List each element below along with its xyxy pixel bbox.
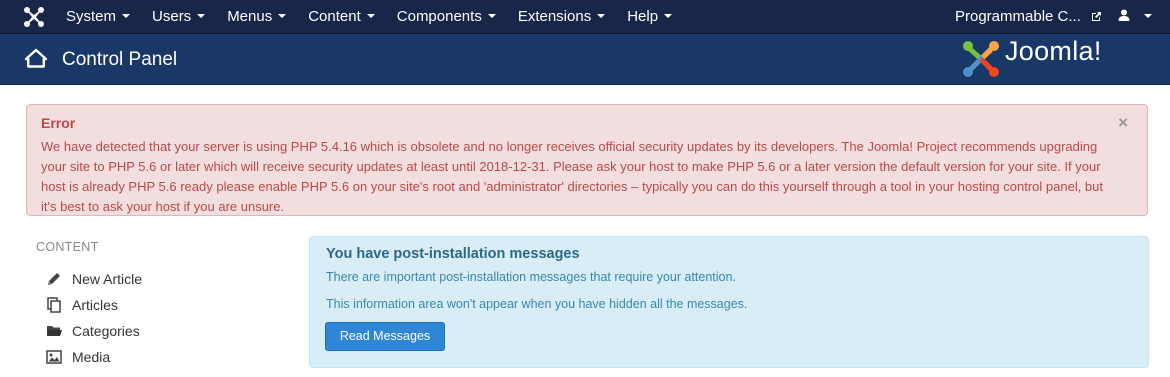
sidebar-item-categories[interactable]: Categories: [44, 318, 264, 344]
menu-label: Users: [152, 8, 192, 25]
user-menu[interactable]: [1118, 0, 1153, 34]
sidebar-list: New Article Articles Categories Media: [44, 266, 264, 370]
alert-message: We have detected that your server is usi…: [41, 139, 1104, 214]
sidebar-item-articles[interactable]: Articles: [44, 292, 264, 318]
menu-label: Menus: [227, 8, 273, 25]
caret-down-icon: [487, 14, 496, 19]
close-icon[interactable]: ×: [1118, 113, 1128, 133]
caret-down-icon: [597, 14, 606, 19]
joomla-logo-text: Joomla!: [1005, 36, 1102, 66]
menu-components[interactable]: Components: [386, 0, 507, 34]
menu-label: System: [66, 8, 117, 25]
sidebar-item-label: Articles: [72, 297, 118, 313]
postinstall-hint: This information area won't appear when …: [326, 297, 748, 311]
home-icon: [25, 48, 47, 68]
read-messages-button[interactable]: Read Messages: [325, 322, 445, 351]
image-icon: [44, 349, 64, 365]
top-navbar: System Users Menus Content Components Ex…: [0, 0, 1170, 34]
caret-down-icon: [197, 14, 206, 19]
external-link-icon: [1092, 11, 1102, 21]
postinstall-title: You have post-installation messages: [326, 246, 580, 262]
menu-label: Help: [627, 8, 659, 25]
joomla-icon[interactable]: [22, 5, 46, 29]
caret-down-icon: [278, 14, 287, 19]
sidebar-heading: CONTENT: [36, 240, 99, 254]
menu-label: Components: [396, 8, 482, 25]
alert-heading: Error: [41, 115, 76, 131]
menu-users[interactable]: Users: [141, 0, 216, 34]
caret-down-icon: [366, 14, 375, 19]
caret-down-icon: [664, 14, 673, 19]
sidebar-item-media[interactable]: Media: [44, 344, 264, 370]
menu-content[interactable]: Content: [297, 0, 386, 34]
postinstall-text: There are important post-installation me…: [326, 270, 736, 284]
postinstall-info-box: You have post-installation messages Ther…: [309, 236, 1149, 368]
pencil-icon: [44, 271, 64, 287]
site-preview-link[interactable]: Programmable C...: [955, 0, 1102, 34]
copy-icon: [44, 297, 64, 313]
main-menu: System Users Menus Content Components Ex…: [55, 0, 683, 34]
site-name: Programmable C...: [955, 8, 1081, 25]
menu-system[interactable]: System: [55, 0, 141, 34]
joomla-logo[interactable]: [961, 39, 1001, 79]
menu-help[interactable]: Help: [616, 0, 683, 34]
sidebar-item-label: Media: [72, 349, 111, 365]
menu-label: Extensions: [517, 8, 592, 25]
caret-down-icon: [122, 14, 131, 19]
menu-menus[interactable]: Menus: [216, 0, 297, 34]
sidebar-item-label: New Article: [72, 271, 143, 287]
menu-label: Content: [308, 8, 361, 25]
error-alert: Error × We have detected that your serve…: [26, 104, 1148, 216]
menu-extensions[interactable]: Extensions: [507, 0, 616, 34]
user-icon: [1118, 9, 1130, 21]
caret-down-icon: [1144, 13, 1153, 18]
sidebar-item-label: Categories: [72, 323, 140, 339]
page-title: Control Panel: [62, 49, 178, 70]
folder-icon: [44, 323, 64, 339]
sidebar-item-new-article[interactable]: New Article: [44, 266, 264, 292]
page-header: Control Panel Joomla!: [0, 34, 1170, 85]
